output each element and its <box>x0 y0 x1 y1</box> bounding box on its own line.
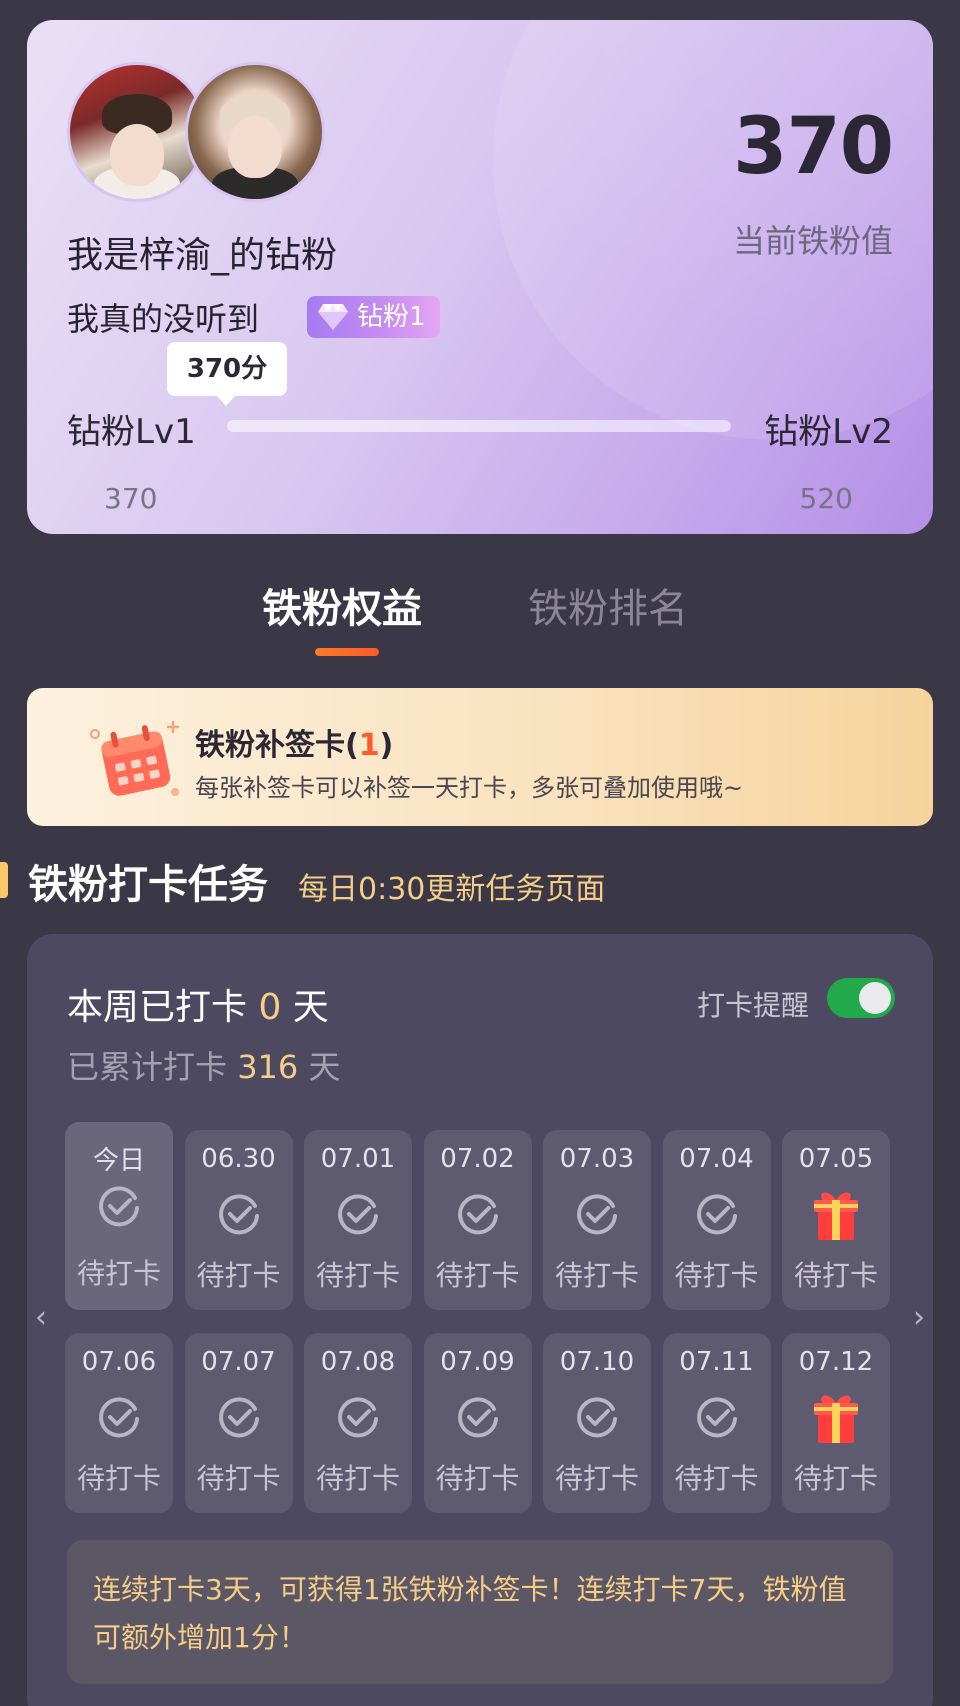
tagline: 我真的没听到 <box>67 300 260 338</box>
checkin-day-date: 07.07 <box>201 1347 276 1377</box>
checkin-day-date: 07.10 <box>559 1347 635 1377</box>
checkin-day[interactable]: 07.09 待打卡 <box>423 1333 532 1513</box>
section-subtitle: 每日0:30更新任务页面 <box>298 872 606 907</box>
check-circle-icon <box>95 1393 143 1441</box>
check-circle-icon <box>573 1190 621 1238</box>
score-tooltip: 370分 <box>167 342 287 406</box>
checkin-calendar: 今日 待打卡 06.30 待打卡 07.01 待打卡 07.02 待打卡 07.03 待打卡 07.… <box>65 1122 895 1513</box>
profile-card: 370 当前铁粉值 我是梓渝_的钻粉 我真的没听到 钻粉1 370分 钻粉Lv1… <box>27 20 933 534</box>
checkin-day-date: 07.12 <box>798 1347 874 1377</box>
checkin-panel: 本周已打卡 0 天 已累计打卡 316 天 打卡提醒 今日待打卡 06.30 待打卡… <box>27 934 933 1706</box>
check-circle-icon <box>215 1190 263 1238</box>
resign-card-count: 1 <box>358 728 380 763</box>
resign-card-description: 每张补签卡可以补签一天打卡，多张可叠加使用哦~ <box>195 774 744 802</box>
checkin-day[interactable]: 07.05 待打卡 <box>782 1130 890 1310</box>
checkin-day[interactable]: 07.04 待打卡 <box>662 1130 771 1310</box>
checkin-day-date: 07.05 <box>798 1144 874 1174</box>
toggle-knob <box>859 982 891 1014</box>
checkin-day[interactable]: 07.10 待打卡 <box>543 1333 651 1513</box>
chevron-left-icon[interactable]: ‹ <box>35 1300 47 1335</box>
level-progress-bar <box>227 420 731 432</box>
total-checkin-count: 已累计打卡 316 天 <box>67 1048 341 1086</box>
checkin-day-date: 07.08 <box>320 1347 396 1377</box>
reminder-label: 打卡提醒 <box>696 989 809 1022</box>
next-level-value: 520 <box>799 482 853 515</box>
checkin-day[interactable]: 07.06 待打卡 <box>65 1333 173 1513</box>
check-circle-icon <box>95 1182 143 1230</box>
checkin-day-status: 待打卡 <box>793 1259 878 1292</box>
checkin-day[interactable]: 07.08 待打卡 <box>304 1333 412 1513</box>
checkin-day-status: 待打卡 <box>674 1462 759 1495</box>
checkin-day-date: 07.09 <box>440 1347 515 1377</box>
checkin-day-status: 待打卡 <box>76 1462 161 1495</box>
checkin-day[interactable]: 07.12 待打卡 <box>782 1333 890 1513</box>
chevron-right-icon[interactable]: › <box>913 1300 925 1335</box>
checkin-day-date: 06.30 <box>201 1144 276 1174</box>
checkin-day-date: 07.04 <box>679 1144 754 1174</box>
checkin-day-status: 待打卡 <box>554 1462 639 1495</box>
username: 我是梓渝_的钻粉 <box>67 235 338 276</box>
reminder-toggle[interactable] <box>827 978 895 1018</box>
checkin-day-status: 待打卡 <box>435 1259 520 1292</box>
level-badge-label: 钻粉1 <box>357 302 426 332</box>
checkin-day-status: 待打卡 <box>315 1259 400 1292</box>
avatar[interactable] <box>185 62 325 202</box>
week-checkin-count: 本周已打卡 0 天 <box>67 987 329 1028</box>
checkin-day[interactable]: 07.11 待打卡 <box>662 1333 771 1513</box>
gift-icon <box>810 1389 862 1445</box>
current-level: 钻粉Lv1 <box>67 412 196 452</box>
check-circle-icon <box>693 1393 741 1441</box>
gift-icon <box>810 1186 862 1242</box>
check-circle-icon <box>454 1393 502 1441</box>
checkin-notice: 连续打卡3天，可获得1张铁粉补签卡！连续打卡7天，铁粉值可额外增加1分！ <box>67 1540 893 1684</box>
checkin-day[interactable]: 06.30 待打卡 <box>184 1130 293 1310</box>
diamond-icon <box>318 304 348 330</box>
active-tab-indicator <box>315 648 379 656</box>
current-level-value: 370 <box>104 482 158 515</box>
checkin-day-date: 07.06 <box>81 1347 157 1377</box>
checkin-day[interactable]: 07.02 待打卡 <box>423 1130 532 1310</box>
checkin-day[interactable]: 今日 待打卡 <box>65 1122 173 1310</box>
checkin-day-status: 待打卡 <box>196 1259 281 1292</box>
level-badge: 钻粉1 <box>307 296 440 338</box>
checkin-day-status: 待打卡 <box>196 1462 281 1495</box>
checkin-day-status: 待打卡 <box>793 1462 878 1495</box>
check-circle-icon <box>693 1190 741 1238</box>
tab-fan-ranking[interactable]: 铁粉排名 <box>528 576 688 634</box>
checkin-day-date: 07.01 <box>320 1144 396 1174</box>
checkin-day-date: 今日 <box>92 1146 145 1176</box>
section-title: 铁粉打卡任务 <box>28 862 268 908</box>
resign-card-banner[interactable]: 铁粉补签卡(1) 每张补签卡可以补签一天打卡，多张可叠加使用哦~ <box>27 688 933 826</box>
checkin-day-date: 07.11 <box>679 1347 754 1377</box>
checkin-day-status: 待打卡 <box>674 1259 759 1292</box>
checkin-day[interactable]: 07.07 待打卡 <box>184 1333 293 1513</box>
check-circle-icon <box>215 1393 263 1441</box>
checkin-day-status: 待打卡 <box>435 1462 520 1495</box>
checkin-day[interactable]: 07.01 待打卡 <box>304 1130 412 1310</box>
checkin-day[interactable]: 07.03 待打卡 <box>543 1130 651 1310</box>
next-level: 钻粉Lv2 <box>764 412 893 452</box>
checkin-day-status: 待打卡 <box>554 1259 639 1292</box>
checkin-day-date: 07.02 <box>440 1144 515 1174</box>
checkin-day-status: 待打卡 <box>76 1257 161 1290</box>
fan-score-label: 当前铁粉值 <box>732 222 893 260</box>
fan-score: 370 <box>733 102 894 192</box>
check-circle-icon <box>334 1393 382 1441</box>
tab-fan-benefits[interactable]: 铁粉权益 <box>262 576 422 634</box>
calendar-icon <box>90 720 180 796</box>
resign-card-title: 铁粉补签卡(1) <box>195 728 394 763</box>
check-circle-icon <box>334 1190 382 1238</box>
check-circle-icon <box>573 1393 621 1441</box>
checkin-day-status: 待打卡 <box>315 1462 400 1495</box>
checkin-day-date: 07.03 <box>559 1144 635 1174</box>
check-circle-icon <box>454 1190 502 1238</box>
section-marker <box>0 862 8 898</box>
